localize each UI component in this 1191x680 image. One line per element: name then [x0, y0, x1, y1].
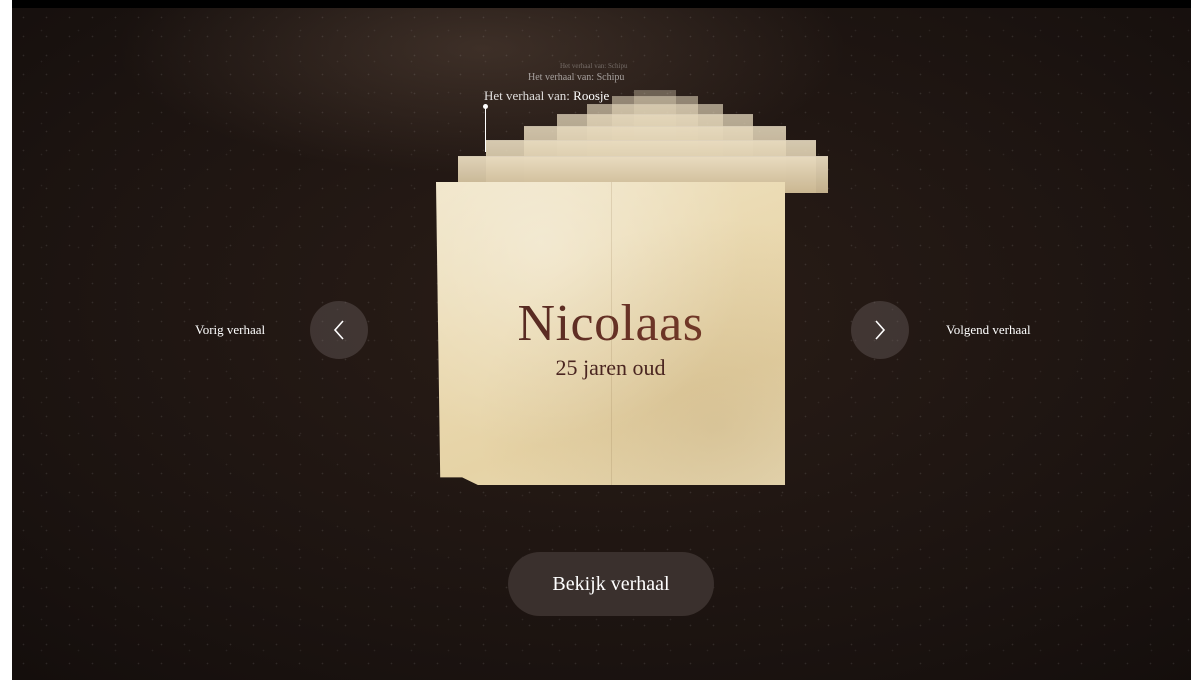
story-author: Schipu: [596, 72, 625, 83]
chevron-left-icon: [333, 320, 344, 340]
background-story-label[interactable]: Het verhaal van: Schipu: [528, 72, 624, 83]
label-pointer: [485, 106, 486, 152]
previous-story-button[interactable]: [310, 301, 368, 359]
view-story-button[interactable]: Bekijk verhaal: [508, 552, 714, 616]
top-bar: [12, 0, 1191, 8]
story-name: Nicolaas: [436, 294, 785, 353]
story-label-prefix: Het verhaal van:: [528, 72, 595, 83]
story-label-prefix: Het verhaal van:: [484, 88, 570, 103]
previous-story-label[interactable]: Vorig verhaal: [195, 322, 265, 338]
background-story-label[interactable]: Het verhaal van: Schipu: [560, 62, 627, 70]
label-pointer-dot: [483, 104, 488, 109]
next-story-label[interactable]: Volgend verhaal: [946, 322, 1031, 338]
current-story-label[interactable]: Het verhaal van: Roosje: [484, 88, 609, 104]
story-author: Roosje: [573, 88, 610, 103]
story-age: 25 jaren oud: [555, 355, 666, 380]
chevron-right-icon: [875, 320, 886, 340]
story-author: Schipu: [608, 62, 628, 70]
story-card[interactable]: Nicolaas 25 jaren oud: [436, 182, 785, 485]
story-label-prefix: Het verhaal van:: [560, 62, 607, 70]
next-story-button[interactable]: [851, 301, 909, 359]
story-carousel: Het verhaal van: Schipu Het verhaal van:…: [12, 8, 1191, 680]
